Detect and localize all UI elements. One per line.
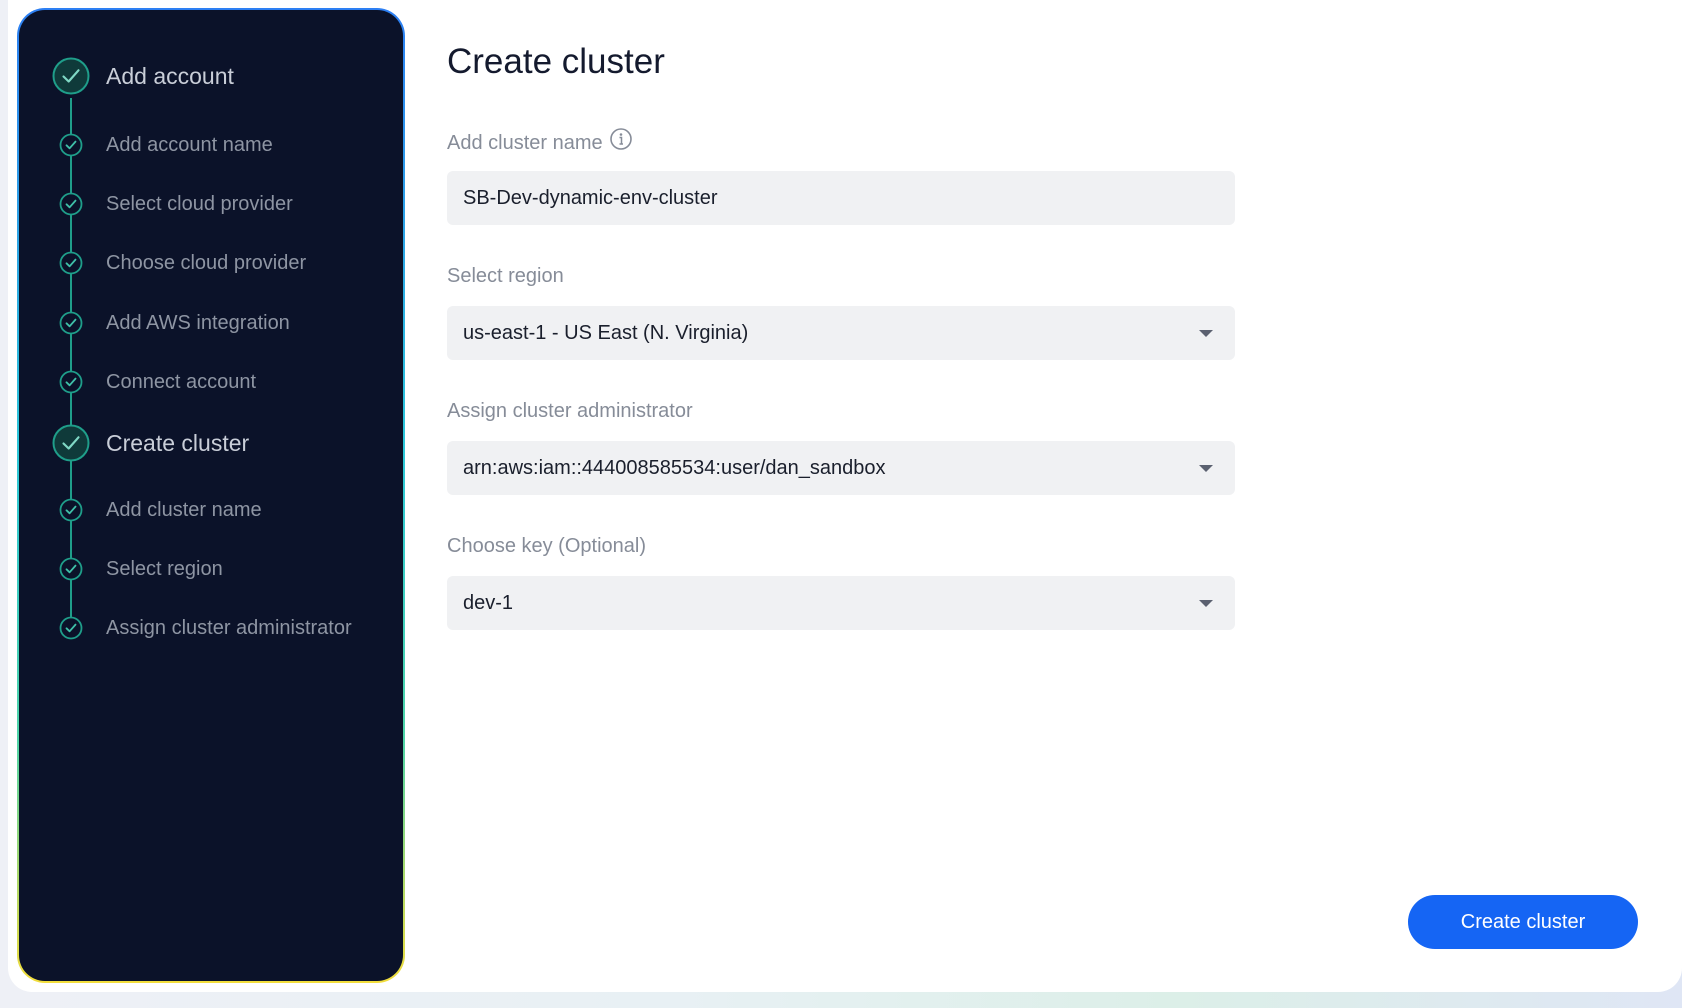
progress-sidebar: Add account Add account name Select cloud … xyxy=(19,10,403,981)
progress-step-label: Choose cloud provider xyxy=(106,252,307,274)
progress-step-label: Assign cluster administrator xyxy=(106,617,352,639)
progress-step: Select region xyxy=(19,549,403,589)
key-label: Choose key (Optional) xyxy=(447,535,646,557)
check-circle-icon xyxy=(59,498,83,522)
chevron-down-icon xyxy=(1199,465,1213,472)
progress-step-label: Add cluster name xyxy=(106,499,262,521)
check-circle-icon xyxy=(59,616,83,640)
check-circle-icon xyxy=(51,423,91,463)
info-icon[interactable] xyxy=(609,127,633,157)
region-select[interactable]: us-east-1 - US East (N. Virginia) xyxy=(447,306,1235,360)
progress-step: Add account name xyxy=(19,125,403,165)
key-select[interactable]: dev-1 xyxy=(447,576,1235,630)
progress-step: Create cluster xyxy=(19,423,403,463)
progress-step-label: Add account name xyxy=(106,134,273,156)
check-circle-icon xyxy=(51,56,91,96)
page-title: Create cluster xyxy=(447,42,665,81)
region-label: Select region xyxy=(447,265,564,287)
progress-step: Add account xyxy=(19,56,403,96)
administrator-value: arn:aws:iam::444008585534:user/dan_sandb… xyxy=(463,457,886,479)
progress-step: Add AWS integration xyxy=(19,303,403,343)
cluster-name-value: SB-Dev-dynamic-env-cluster xyxy=(463,187,718,209)
progress-step: Add cluster name xyxy=(19,490,403,530)
check-circle-icon xyxy=(59,192,83,216)
check-circle-icon xyxy=(59,133,83,157)
progress-sidebar-frame: Add account Add account name Select cloud … xyxy=(17,8,405,983)
progress-step: Choose cloud provider xyxy=(19,243,403,283)
progress-step-label: Select region xyxy=(106,558,223,580)
check-circle-icon xyxy=(59,370,83,394)
progress-step-label: Add AWS integration xyxy=(106,312,290,334)
cluster-name-label-text: Add cluster name xyxy=(447,131,603,154)
progress-step-label: Select cloud provider xyxy=(106,193,293,215)
progress-step-label: Create cluster xyxy=(106,430,250,456)
cluster-name-label: Add cluster name xyxy=(447,127,633,157)
check-circle-icon xyxy=(59,251,83,275)
administrator-select[interactable]: arn:aws:iam::444008585534:user/dan_sandb… xyxy=(447,441,1235,495)
cluster-name-input[interactable]: SB-Dev-dynamic-env-cluster xyxy=(447,171,1235,225)
region-value: us-east-1 - US East (N. Virginia) xyxy=(463,322,749,344)
progress-step-label: Add account xyxy=(106,63,234,89)
progress-step: Select cloud provider xyxy=(19,184,403,224)
check-circle-icon xyxy=(59,311,83,335)
chevron-down-icon xyxy=(1199,330,1213,337)
administrator-label: Assign cluster administrator xyxy=(447,400,693,422)
progress-connector xyxy=(70,458,72,623)
key-value: dev-1 xyxy=(463,592,514,614)
progress-step-label: Connect account xyxy=(106,371,257,393)
chevron-down-icon xyxy=(1199,600,1213,607)
progress-step: Assign cluster administrator xyxy=(19,608,403,648)
progress-step: Connect account xyxy=(19,362,403,402)
check-circle-icon xyxy=(59,557,83,581)
create-cluster-button[interactable]: Create cluster xyxy=(1408,895,1638,949)
